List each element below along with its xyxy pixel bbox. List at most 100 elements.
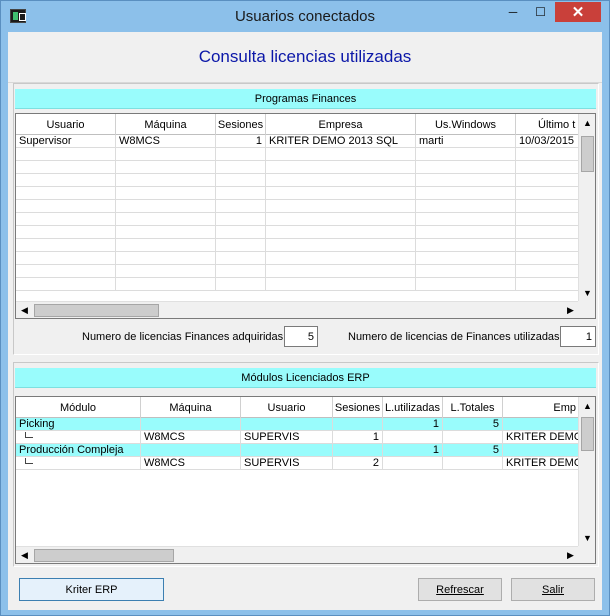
empty-table-row[interactable] [16, 174, 579, 187]
empty-table-row[interactable] [16, 226, 579, 239]
scroll-down-icon[interactable]: ▼ [579, 284, 595, 301]
finances-hscroll-thumb[interactable] [34, 304, 159, 317]
scroll-left-icon[interactable]: ◀ [16, 302, 33, 318]
scroll-left-icon[interactable]: ◀ [16, 547, 33, 563]
erp-hscroll[interactable]: ◀ ▶ [16, 546, 579, 563]
scroll-down-icon[interactable]: ▼ [579, 529, 595, 546]
finances-vscroll-thumb[interactable] [581, 136, 594, 172]
header-panel: Consulta licencias utilizadas [8, 32, 602, 83]
empty-table-row[interactable] [16, 187, 579, 200]
cell-ultimo: 10/03/2015 [516, 135, 579, 147]
col-header-ltotales[interactable]: L.Totales [443, 397, 503, 418]
erp-rows: Picking 1 5 W8MCS SUPERVIS 1 KRITER DEMO… [16, 418, 579, 470]
erp-group: Módulos Licenciados ERP Módulo Máquina U… [13, 362, 599, 567]
scroll-corner [578, 301, 595, 318]
erp-vscroll[interactable]: ▲ ▼ [578, 397, 595, 546]
empty-table-row[interactable] [16, 213, 579, 226]
empty-cell [16, 239, 116, 251]
empty-table-row[interactable] [16, 252, 579, 265]
table-row[interactable]: W8MCS SUPERVIS 2 KRITER DEMO [16, 457, 579, 470]
col-header-maquina[interactable]: Máquina [141, 397, 241, 418]
empty-cell [116, 278, 216, 290]
cell-sesiones [333, 444, 383, 456]
empty-table-row[interactable] [16, 148, 579, 161]
empty-cell [116, 226, 216, 238]
col-header-lutilizadas[interactable]: L.utilizadas [383, 397, 443, 418]
table-row[interactable]: Producción Compleja 1 5 [16, 444, 579, 457]
cell-maquina: W8MCS [116, 135, 216, 147]
empty-cell [516, 278, 579, 290]
empty-cell [216, 252, 266, 264]
empty-cell [266, 252, 416, 264]
erp-hscroll-thumb[interactable] [34, 549, 174, 562]
empty-cell [416, 161, 516, 173]
table-row[interactable]: Supervisor W8MCS 1 KRITER DEMO 2013 SQL … [16, 135, 579, 148]
scroll-right-icon[interactable]: ▶ [562, 302, 579, 318]
empty-cell [216, 161, 266, 173]
empty-cell [216, 187, 266, 199]
col-header-uswindows[interactable]: Us.Windows [416, 114, 516, 135]
finances-grid-header: Usuario Máquina Sesiones Empresa Us.Wind… [16, 114, 579, 135]
empty-table-row[interactable] [16, 161, 579, 174]
col-header-usuario[interactable]: Usuario [16, 114, 116, 135]
close-button[interactable]: ✕ [555, 2, 601, 22]
empty-cell [16, 226, 116, 238]
cell-empresa [503, 418, 579, 430]
empty-table-row[interactable] [16, 239, 579, 252]
col-header-empresa[interactable]: Empresa [266, 114, 416, 135]
scroll-up-icon[interactable]: ▲ [579, 114, 595, 131]
cell-usuario [241, 444, 333, 456]
empty-cell [266, 239, 416, 251]
finances-utilizadas-field[interactable]: 1 [560, 326, 596, 347]
empty-cell [416, 213, 516, 225]
minimize-button[interactable]: ─ [499, 2, 527, 22]
empty-cell [216, 200, 266, 212]
col-header-usuario[interactable]: Usuario [241, 397, 333, 418]
scroll-up-icon[interactable]: ▲ [579, 397, 595, 414]
col-header-empresa[interactable]: Emp [503, 397, 579, 418]
finances-vscroll[interactable]: ▲ ▼ [578, 114, 595, 301]
empty-cell [516, 239, 579, 251]
finances-grid[interactable]: Usuario Máquina Sesiones Empresa Us.Wind… [15, 113, 596, 319]
empty-cell [266, 161, 416, 173]
erp-vscroll-thumb[interactable] [581, 417, 594, 451]
empty-cell [266, 174, 416, 186]
cell-sesiones: 1 [216, 135, 266, 147]
finances-adquiridas-field[interactable]: 5 [284, 326, 318, 347]
table-row[interactable]: W8MCS SUPERVIS 1 KRITER DEMO [16, 431, 579, 444]
col-header-maquina[interactable]: Máquina [116, 114, 216, 135]
cell-lutilizadas [383, 431, 443, 443]
empty-cell [416, 200, 516, 212]
salir-button[interactable]: Salir [511, 578, 595, 601]
empty-cell [16, 161, 116, 173]
col-header-ultimo[interactable]: Último t [516, 114, 579, 135]
empty-cell [16, 213, 116, 225]
finances-hscroll[interactable]: ◀ ▶ [16, 301, 579, 318]
empty-table-row[interactable] [16, 278, 579, 291]
cell-empresa [503, 444, 579, 456]
table-row[interactable]: Picking 1 5 [16, 418, 579, 431]
maximize-button[interactable]: ☐ [527, 2, 554, 22]
cell-sesiones: 2 [333, 457, 383, 469]
empty-cell [266, 148, 416, 160]
empty-cell [116, 213, 216, 225]
refrescar-button[interactable]: Refrescar [418, 578, 502, 601]
cell-sesiones [333, 418, 383, 430]
cell-empresa: KRITER DEMO [503, 457, 579, 469]
cell-usuario: SUPERVIS [241, 431, 333, 443]
empty-table-row[interactable] [16, 265, 579, 278]
empty-cell [416, 278, 516, 290]
kriter-erp-button[interactable]: Kriter ERP [19, 578, 164, 601]
empty-cell [266, 213, 416, 225]
empty-table-row[interactable] [16, 200, 579, 213]
scroll-right-icon[interactable]: ▶ [562, 547, 579, 563]
col-header-sesiones[interactable]: Sesiones [216, 114, 266, 135]
finances-rows: Supervisor W8MCS 1 KRITER DEMO 2013 SQL … [16, 135, 579, 291]
erp-grid[interactable]: Módulo Máquina Usuario Sesiones L.utiliz… [15, 396, 596, 564]
col-header-modulo[interactable]: Módulo [16, 397, 141, 418]
erp-section-title: Módulos Licenciados ERP [15, 368, 596, 388]
cell-maquina: W8MCS [141, 431, 241, 443]
cell-modulo [16, 457, 141, 469]
col-header-sesiones[interactable]: Sesiones [333, 397, 383, 418]
title-bar[interactable]: Usuarios conectados ─ ☐ ✕ [1, 1, 609, 32]
